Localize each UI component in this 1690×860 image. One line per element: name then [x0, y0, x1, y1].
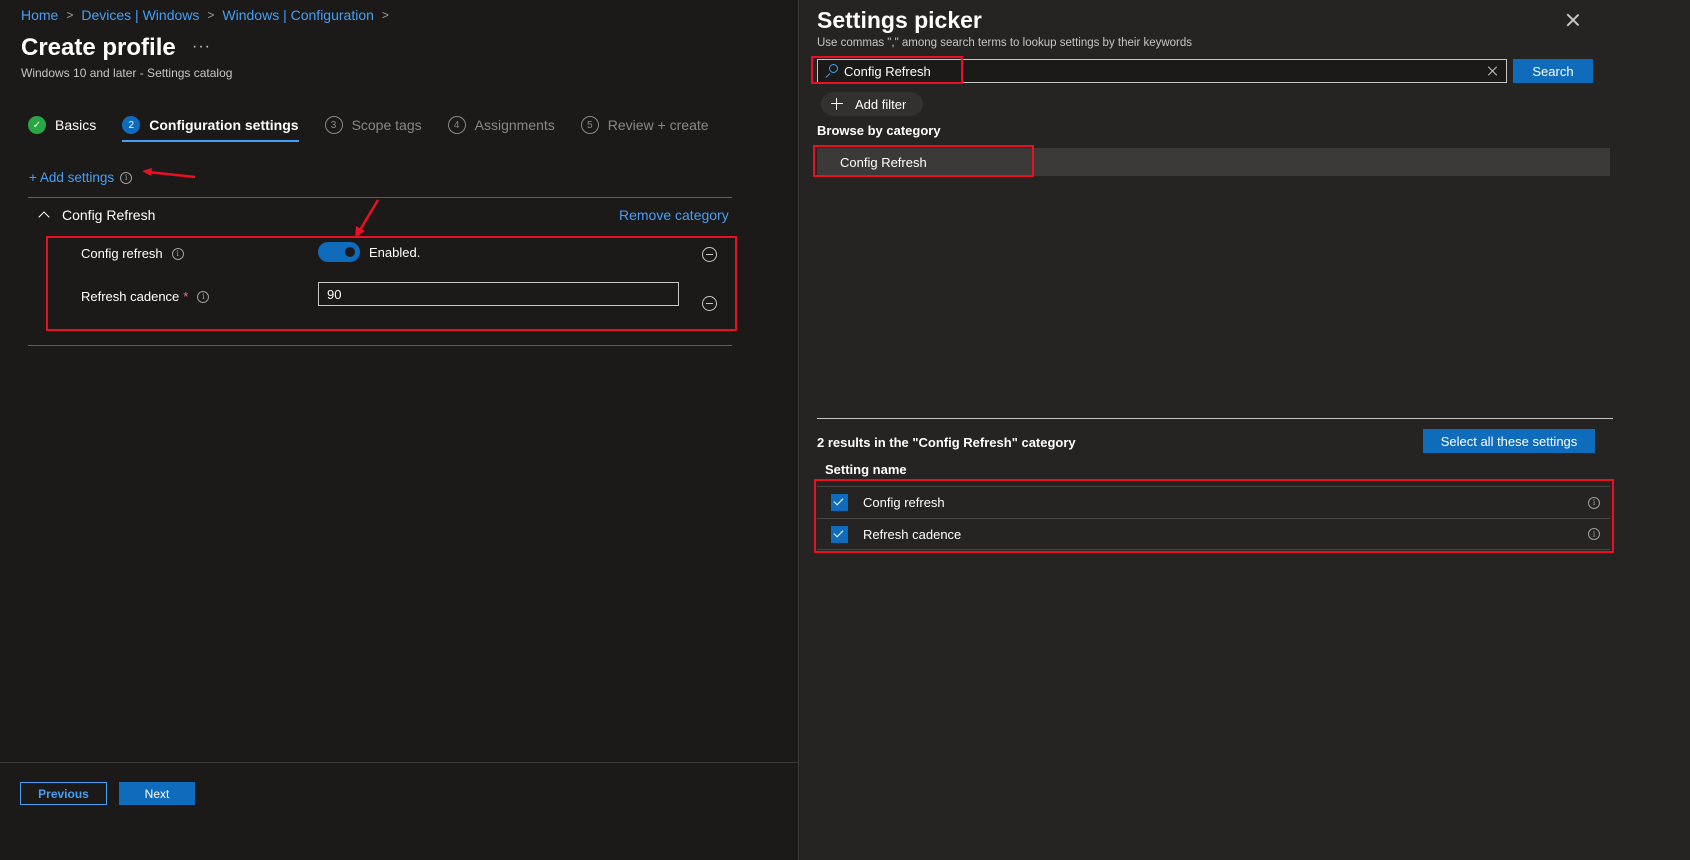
highlight-box [814, 479, 1614, 553]
browse-heading: Browse by category [817, 123, 941, 138]
add-settings-label: + Add settings [29, 170, 115, 185]
step-assignments[interactable]: 4 Assignments [447, 116, 555, 134]
refresh-cadence-input[interactable] [318, 282, 679, 306]
step-basics[interactable]: ✓ Basics [28, 116, 96, 134]
column-header-setting-name: Setting name [825, 462, 907, 477]
remove-category-link[interactable]: Remove category [619, 207, 729, 223]
settings-picker-panel: Settings picker Use commas "," among sea… [798, 0, 1690, 860]
select-all-button[interactable]: Select all these settings [1423, 429, 1595, 453]
results-heading: 2 results in the "Config Refresh" catego… [817, 435, 1076, 450]
step-scope-tags[interactable]: 3 Scope tags [324, 116, 422, 134]
info-icon[interactable]: i [197, 290, 210, 303]
step-label: Configuration settings [149, 117, 299, 133]
toggle-state-text: Enabled. [369, 245, 421, 260]
chevron-right-icon: > [207, 8, 215, 22]
previous-button[interactable]: Previous [20, 782, 107, 805]
step-configuration-settings[interactable]: 2 Configuration settings [122, 116, 299, 142]
info-icon[interactable]: i [120, 171, 133, 184]
breadcrumb: Home > Devices | Windows > Windows | Con… [21, 7, 397, 23]
red-arrow-annotation [355, 199, 380, 238]
panel-hint: Use commas "," among search terms to loo… [817, 37, 1193, 49]
step-label: Scope tags [351, 117, 422, 133]
chevron-right-icon: > [66, 8, 74, 22]
highlight-box [811, 56, 963, 84]
checkmark-icon: ✓ [28, 116, 46, 134]
step-number: 3 [324, 116, 343, 134]
page-subtitle: Windows 10 and later - Settings catalog [21, 66, 233, 80]
step-label: Assignments [474, 117, 555, 133]
create-profile-pane: Home > Devices | Windows > Windows | Con… [0, 0, 840, 860]
highlight-box [813, 145, 1034, 177]
more-options-button[interactable]: ··· [192, 38, 211, 56]
step-label: Basics [55, 117, 97, 133]
panel-title: Settings picker [817, 7, 982, 33]
next-button[interactable]: Next [119, 782, 195, 805]
category-toggle[interactable]: Config Refresh [38, 207, 155, 223]
wizard-steps: ✓ Basics 2 Configuration settings 3 Scop… [28, 116, 735, 142]
page-title: Create profile [21, 34, 176, 61]
divider [28, 345, 732, 346]
breadcrumb-windows-configuration[interactable]: Windows | Configuration [222, 7, 373, 23]
setting-label: Refresh cadence [81, 289, 180, 304]
step-label: Review + create [607, 117, 709, 133]
close-icon[interactable] [1565, 12, 1581, 28]
results-divider [817, 418, 1613, 419]
info-icon[interactable]: i [171, 247, 184, 260]
red-arrow-annotation [142, 168, 196, 179]
config-refresh-toggle[interactable] [318, 242, 360, 262]
config-refresh-setting-label: Config refresh i [81, 246, 184, 261]
breadcrumb-home[interactable]: Home [21, 7, 58, 23]
step-number: 5 [580, 116, 599, 134]
required-marker: * [183, 289, 189, 304]
add-filter-button[interactable]: Add filter [821, 92, 923, 116]
breadcrumb-devices-windows[interactable]: Devices | Windows [81, 7, 199, 23]
remove-setting-icon[interactable] [702, 296, 717, 311]
remove-setting-icon[interactable] [702, 247, 717, 262]
setting-label: Config refresh [81, 246, 163, 261]
refresh-cadence-setting-label: Refresh cadence * i [81, 289, 210, 304]
clear-icon[interactable] [1488, 66, 1498, 76]
add-settings-link[interactable]: + Add settings i [29, 170, 133, 185]
footer-divider [0, 762, 798, 763]
toggle-knob [345, 247, 355, 257]
chevron-up-icon [38, 211, 50, 223]
step-number: 2 [122, 116, 141, 134]
plus-icon [831, 98, 843, 110]
step-number: 4 [447, 116, 466, 134]
add-filter-label: Add filter [855, 96, 907, 112]
step-review-create[interactable]: 5 Review + create [580, 116, 709, 134]
chevron-right-icon: > [381, 8, 389, 22]
search-button[interactable]: Search [1513, 59, 1593, 83]
category-name: Config Refresh [62, 207, 156, 223]
